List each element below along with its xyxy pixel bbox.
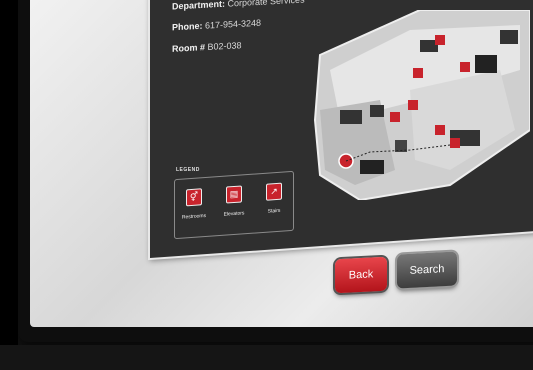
back-button[interactable]: Back [335, 256, 387, 294]
legend-box: ⚥ Restrooms ▤ Elevators ↗ Stairs [174, 170, 294, 240]
stairs-marker [450, 138, 460, 148]
restroom-marker [413, 68, 423, 78]
legend-label: Stairs [267, 207, 281, 215]
floor-map[interactable] [300, 10, 530, 200]
restroom-icon: ⚥ [186, 188, 202, 207]
kiosk-base [0, 345, 533, 370]
stairs-marker [435, 35, 445, 45]
kiosk-edge [0, 0, 18, 370]
elevator-icon: ▤ [226, 185, 242, 204]
stairs-marker [408, 100, 418, 110]
phone-label: Phone: [172, 20, 203, 33]
elevator-marker [435, 125, 445, 135]
legend-label: Elevators [223, 210, 245, 218]
room-block [360, 160, 384, 174]
legend-item-elevators: ▤ Elevators [219, 185, 249, 218]
stairs-marker [460, 62, 470, 72]
elevator-marker [390, 112, 400, 122]
stairs-icon: ↗ [266, 182, 282, 201]
room-block [500, 30, 518, 44]
legend-item-restrooms: ⚥ Restrooms [179, 188, 209, 221]
room-value: B02-038 [207, 40, 242, 52]
legend-item-stairs: ↗ Stairs [259, 182, 289, 215]
room-block [370, 105, 384, 117]
room-block [475, 55, 497, 73]
legend-label: Restrooms [181, 212, 207, 221]
room-block [340, 110, 362, 124]
search-button[interactable]: Search [397, 251, 457, 289]
room-label: Room # [172, 42, 206, 54]
legend-title: LEGEND [176, 167, 200, 173]
